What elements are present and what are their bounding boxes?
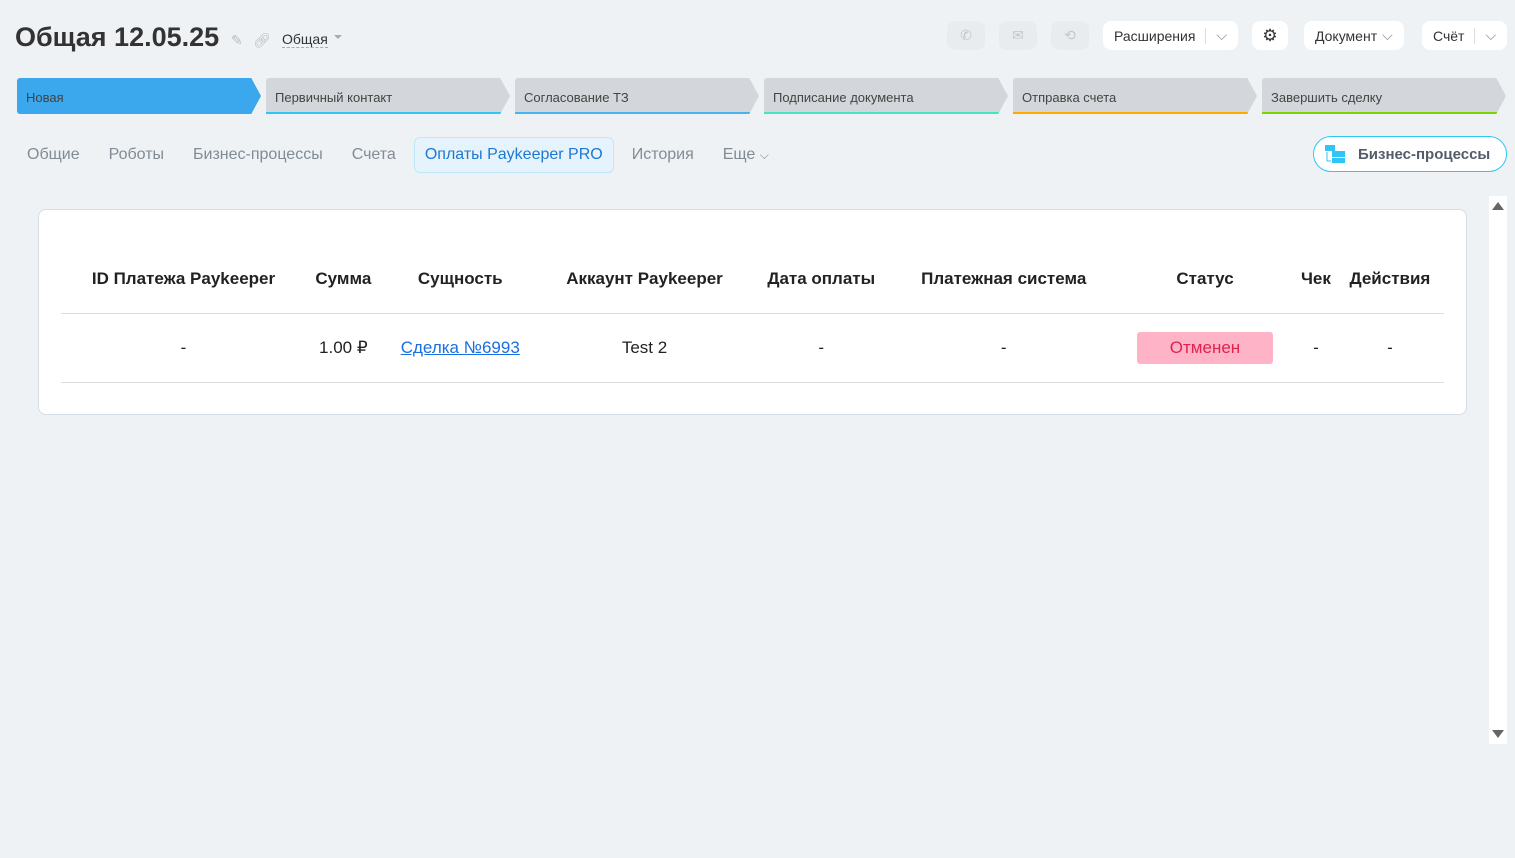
phone-icon: ✆ bbox=[960, 27, 972, 43]
stage-label: Новая bbox=[26, 90, 64, 105]
tab-label: Счета bbox=[351, 146, 396, 163]
tab-5[interactable]: Оплаты Paykeeper PRO bbox=[413, 137, 614, 173]
stage-label: Подписание документа bbox=[773, 90, 914, 105]
table-cell: - bbox=[893, 313, 1115, 383]
table-row: -1.00 ₽ Сделка №6993 Test 2- - Отменен - - bbox=[61, 313, 1444, 383]
stage-2[interactable]: Первичный контакт bbox=[266, 78, 510, 114]
business-processes-button[interactable]: Бизнес-процессы bbox=[1313, 136, 1507, 172]
extensions-button[interactable]: Расширения ⌵ bbox=[1103, 21, 1239, 50]
table-cell: - bbox=[1335, 313, 1444, 383]
chevron-down-icon bbox=[334, 35, 342, 39]
table-cell: - bbox=[1295, 313, 1336, 383]
email-button[interactable]: ✉ bbox=[999, 21, 1037, 50]
column-header: Сумма bbox=[305, 245, 381, 314]
edit-icon[interactable]: ✎ bbox=[231, 32, 243, 49]
link-icon[interactable]: 🔗︎ bbox=[253, 32, 271, 49]
chevron-down-icon[interactable]: ⌵ bbox=[1216, 27, 1227, 44]
tab-2[interactable]: Роботы bbox=[98, 137, 175, 173]
stage-label: Согласование ТЗ bbox=[524, 90, 629, 105]
chevron-down-icon: ⌵ bbox=[759, 148, 769, 162]
scroll-down-icon[interactable] bbox=[1492, 730, 1504, 738]
stage-6[interactable]: Завершить сделку bbox=[1262, 78, 1506, 114]
page-title: Общая 12.05.25 bbox=[15, 22, 220, 52]
column-header: Сущность bbox=[380, 245, 540, 314]
column-header: Статус bbox=[1114, 245, 1296, 314]
business-processes-label: Бизнес-процессы bbox=[1358, 145, 1491, 163]
column-header: Действия bbox=[1335, 245, 1444, 314]
entity-link[interactable]: Сделка №6993 bbox=[401, 338, 520, 357]
tab-6[interactable]: История bbox=[621, 137, 705, 173]
table-cell: Отменен bbox=[1114, 313, 1296, 383]
chevron-down-icon: ⌵ bbox=[1382, 27, 1393, 43]
tab-4[interactable]: Счета bbox=[341, 137, 407, 173]
invoice-button[interactable]: Счёт ⌵ bbox=[1422, 21, 1508, 50]
payments-table: ID Платежа Paykeeper Сумма Сущность Аккаунт… bbox=[61, 245, 1444, 383]
table-cell: - bbox=[749, 313, 894, 383]
tab-label: Еще bbox=[722, 146, 756, 163]
stage-color-bar bbox=[764, 112, 999, 114]
business-process-icon bbox=[1325, 145, 1345, 163]
column-header: Платежная система bbox=[893, 245, 1115, 314]
column-header: ID Платежа Paykeeper bbox=[61, 245, 306, 314]
tab-1[interactable]: Общие bbox=[16, 137, 91, 173]
stage-4[interactable]: Подписание документа bbox=[764, 78, 1008, 114]
tab-7[interactable]: Еще ⌵ bbox=[712, 137, 780, 173]
chevron-down-icon[interactable]: ⌵ bbox=[1485, 27, 1496, 44]
stage-label: Первичный контакт bbox=[275, 90, 393, 105]
stage-color-bar bbox=[1262, 112, 1497, 114]
table-cell: Сделка №6993 bbox=[380, 313, 540, 383]
scrollbar[interactable] bbox=[1489, 196, 1507, 744]
stage-color-bar bbox=[266, 112, 501, 114]
chat-button[interactable]: ⟲ bbox=[1051, 21, 1089, 50]
tab-3[interactable]: Бизнес-процессы bbox=[182, 137, 334, 173]
category-selector[interactable]: Общая bbox=[282, 31, 328, 48]
stage-1[interactable]: Новая bbox=[17, 78, 261, 114]
stage-5[interactable]: Отправка счета bbox=[1013, 78, 1257, 114]
column-header: Чек bbox=[1295, 245, 1336, 314]
tab-label: Оплаты Paykeeper PRO bbox=[424, 146, 603, 163]
table-cell: 1.00 ₽ bbox=[305, 313, 381, 383]
document-label: Документ bbox=[1315, 27, 1378, 44]
settings-button[interactable]: ⚙ bbox=[1252, 21, 1288, 50]
extensions-label: Расширения bbox=[1114, 27, 1196, 44]
scroll-up-icon[interactable] bbox=[1492, 202, 1504, 210]
tab-label: Роботы bbox=[108, 146, 165, 163]
invoice-label: Счёт bbox=[1433, 27, 1465, 44]
column-header: Аккаунт Paykeeper bbox=[539, 245, 750, 314]
call-button[interactable]: ✆ bbox=[947, 21, 985, 50]
document-button[interactable]: Документ ⌵ bbox=[1304, 21, 1404, 50]
table-cell: - bbox=[61, 313, 306, 383]
stage-label: Завершить сделку bbox=[1271, 90, 1383, 105]
status-badge: Отменен bbox=[1137, 331, 1273, 364]
stage-color-bar bbox=[515, 112, 750, 114]
mail-icon: ✉ bbox=[1012, 27, 1024, 43]
column-header: Дата оплаты bbox=[749, 245, 894, 314]
stage-color-bar bbox=[1013, 112, 1248, 114]
table-cell: Test 2 bbox=[539, 313, 750, 383]
stage-3[interactable]: Согласование ТЗ bbox=[515, 78, 759, 114]
tab-label: Бизнес-процессы bbox=[193, 146, 323, 163]
stage-label: Отправка счета bbox=[1022, 90, 1117, 105]
gear-icon: ⚙ bbox=[1262, 25, 1278, 45]
chat-icon: ⟲ bbox=[1064, 27, 1076, 43]
tab-label: История bbox=[631, 146, 694, 163]
tab-label: Общие bbox=[27, 146, 80, 163]
payments-card: ID Платежа Paykeeper Сумма Сущность Аккаунт… bbox=[38, 209, 1467, 415]
